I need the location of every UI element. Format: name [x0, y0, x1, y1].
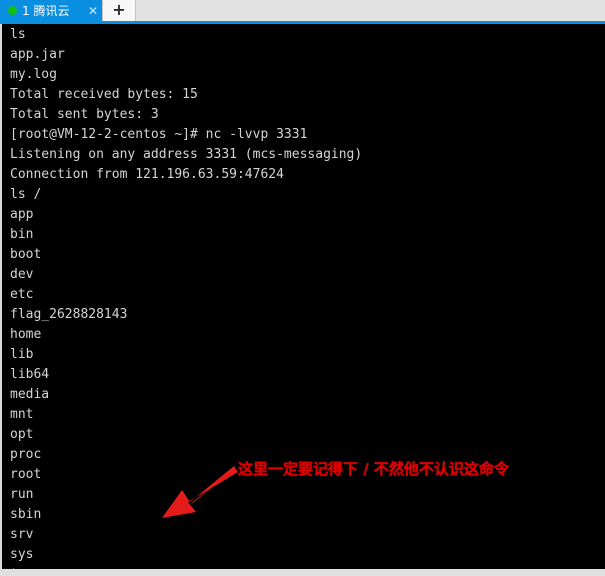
- terminal-line: media: [10, 387, 50, 402]
- terminal-line: Listening on any address 3331 (mcs-messa…: [10, 147, 363, 162]
- terminal-line: mnt: [10, 407, 34, 422]
- terminal-line: ls: [10, 27, 26, 42]
- terminal-line: dev: [10, 267, 34, 282]
- close-icon[interactable]: ✕: [88, 5, 98, 17]
- terminal-line: opt: [10, 427, 34, 442]
- terminal-line: home: [10, 327, 42, 342]
- tab-tencent-cloud[interactable]: 1 腾讯云 ✕: [0, 0, 102, 21]
- terminal-line: lib64: [10, 367, 50, 382]
- terminal-line: Total sent bytes: 3: [10, 107, 159, 122]
- terminal-line: app: [10, 207, 34, 222]
- terminal-line: run: [10, 487, 34, 502]
- terminal-line: my.log: [10, 67, 57, 82]
- new-tab-button[interactable]: +: [102, 0, 136, 21]
- terminal-line: [root@VM-12-2-centos ~]# nc -lvvp 3331: [10, 127, 308, 142]
- terminal-line: etc: [10, 287, 34, 302]
- terminal-line: bin: [10, 227, 34, 242]
- terminal-line: lib: [10, 347, 34, 362]
- terminal-line: proc: [10, 447, 42, 462]
- terminal-line: ls /: [10, 187, 42, 202]
- terminal-window: 1 腾讯云 ✕ + ls app.jar my.log Total received …: [0, 0, 605, 576]
- green-status-dot: [8, 6, 17, 15]
- terminal-output[interactable]: ls app.jar my.log Total received bytes: 15 T…: [0, 24, 605, 569]
- terminal-line: flag_2628828143: [10, 307, 128, 322]
- terminal-line: Connection from 121.196.63.59:47624: [10, 167, 284, 182]
- annotation-note: 这里一定要记得下 / 不然他不认识这命令: [238, 460, 509, 478]
- tab-strip-empty-area: [136, 0, 605, 21]
- terminal-line: srv: [10, 527, 34, 542]
- terminal-line: root: [10, 467, 42, 482]
- terminal-line: sbin: [10, 507, 42, 522]
- terminal-line: app.jar: [10, 47, 65, 62]
- terminal-line: sys: [10, 547, 34, 562]
- tab-strip: 1 腾讯云 ✕ +: [0, 0, 605, 21]
- window-bottom-edge: [0, 569, 605, 576]
- terminal-line: boot: [10, 247, 42, 262]
- tab-label: 1 腾讯云: [22, 3, 70, 18]
- terminal-line: Total received bytes: 15: [10, 87, 198, 102]
